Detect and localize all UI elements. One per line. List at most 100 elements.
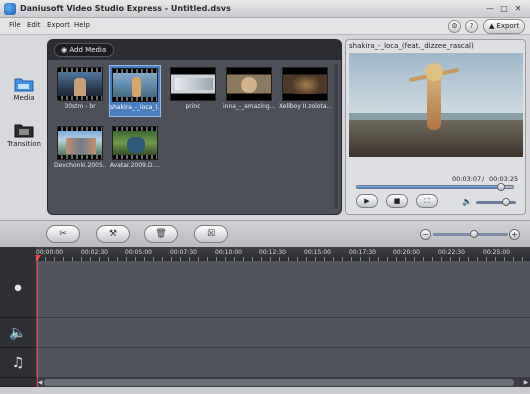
film-reel-icon: ◉ (61, 46, 68, 54)
scroll-corner (0, 378, 36, 387)
tick-label: 00:15:00 (304, 249, 331, 256)
sidebar-item-transition[interactable]: Transition (4, 122, 44, 148)
current-time: 00:03:07 (452, 175, 482, 183)
tick-label: 00:25:00 (483, 249, 510, 256)
menu-edit[interactable]: Edit (27, 21, 41, 29)
scroll-right-icon[interactable]: ▶ (522, 378, 530, 387)
close-button[interactable]: ✕ (512, 3, 524, 15)
delete-button[interactable]: 🗑 (144, 225, 178, 243)
play-icon: ▶ (364, 197, 370, 205)
film-strip (113, 97, 157, 101)
stop-button[interactable]: ■ (386, 194, 408, 208)
add-media-label: Add Media (69, 46, 107, 54)
film-strip (58, 127, 102, 131)
timeline-scrollbar[interactable]: ◀ ▶ (36, 378, 530, 387)
play-button[interactable]: ▶ (356, 194, 378, 208)
zoom-in-button[interactable]: + (509, 229, 520, 240)
tick-label: 00:12:30 (259, 249, 286, 256)
help-icon[interactable]: ? (465, 20, 478, 33)
video-track-header: ⚫ (0, 261, 36, 318)
volume-slider[interactable] (476, 198, 516, 206)
thumbnail-image (226, 67, 272, 101)
seek-progress (357, 186, 501, 188)
media-library: ◉ Add Media 30stm - br shakira_-_loca_(.… (47, 39, 342, 215)
menu-export[interactable]: Export (47, 21, 70, 29)
export-icon: ▲ (489, 22, 495, 30)
seek-handle[interactable] (496, 183, 505, 191)
time-separator: / (482, 175, 485, 183)
tick-label: 00:10:00 (215, 249, 242, 256)
sidebar-item-media[interactable]: Media (4, 76, 44, 102)
add-media-button[interactable]: ◉ Add Media (54, 43, 114, 57)
media-thumbnail[interactable]: Xellboy II zolota... (279, 67, 331, 110)
thumbnail-image (170, 67, 216, 101)
thumbnail-caption: 30stm - br (64, 103, 96, 110)
media-thumbnail[interactable]: inna_-_amazing... (223, 67, 275, 110)
preview-title: shakira_-_loca_(feat._dizzee_rascal) (349, 42, 474, 50)
zoom-slider[interactable] (433, 230, 508, 238)
tick-label: 00:07:30 (170, 249, 197, 256)
thumbnail-caption: shakira_-_loca_(... (110, 104, 160, 111)
film-strip (58, 155, 102, 159)
fullscreen-button[interactable]: ⛶ (416, 194, 438, 208)
detach-icon: ☒ (206, 229, 216, 239)
tick-label: 00:05:00 (125, 249, 152, 256)
media-scrollbar[interactable] (334, 64, 338, 209)
thumbnail-image (57, 126, 103, 160)
audio-track[interactable] (36, 318, 530, 348)
fullscreen-icon: ⛶ (424, 197, 430, 205)
menu-help[interactable]: Help (74, 21, 90, 29)
film-reel-icon: ⚫ (12, 281, 24, 297)
export-label: Export (496, 22, 520, 30)
volume-handle[interactable] (502, 198, 510, 206)
thumbnail-caption: inna_-_amazing... (223, 103, 275, 110)
stop-icon: ■ (393, 197, 401, 205)
film-strip (113, 69, 157, 73)
media-thumbnail-selected[interactable]: shakira_-_loca_(... (109, 65, 161, 117)
time-ruler[interactable]: 00:00:00 00:02:30 00:05:00 00:07:30 00:1… (36, 247, 530, 261)
media-thumbnail[interactable]: princ (167, 67, 219, 110)
volume-icon: 🔈 (462, 197, 472, 206)
music-track[interactable] (36, 348, 530, 378)
media-thumbnail[interactable]: 30stm - br (54, 67, 106, 110)
media-thumbnail[interactable]: Devchonki.2005.... (54, 126, 106, 169)
playhead[interactable] (35, 255, 41, 387)
scissors-icon: ✂ (59, 229, 67, 239)
preview-panel: shakira_-_loca_(feat._dizzee_rascal) 00:… (345, 39, 526, 215)
minimize-button[interactable]: — (484, 3, 496, 15)
detach-audio-button[interactable]: ☒ (194, 225, 228, 243)
thumbnail-caption: Xellboy II zolota... (279, 103, 331, 110)
thumbnail-caption: princ (185, 103, 201, 110)
media-toolbar: ◉ Add Media (48, 40, 341, 60)
total-time: 00:03:25 (489, 175, 519, 183)
menu-file[interactable]: File (9, 21, 21, 29)
ruler-corner (0, 247, 36, 261)
thumbnail-image (282, 67, 328, 101)
tick-label: 00:22:30 (438, 249, 465, 256)
tick-label: 00:02:30 (81, 249, 108, 256)
transition-icon (14, 124, 34, 138)
seek-bar[interactable] (356, 183, 514, 191)
export-button[interactable]: ▲ Export (483, 19, 525, 34)
music-note-icon: ♫ (11, 355, 25, 371)
zoom-out-button[interactable]: − (420, 229, 431, 240)
sidebar-item-label: Transition (7, 140, 41, 148)
app-logo-icon (4, 3, 16, 15)
media-thumbnail[interactable]: Avatar.2009.D.... (109, 126, 161, 169)
scrollbar-thumb[interactable] (44, 379, 514, 386)
timeline: 00:00:00 00:02:30 00:05:00 00:07:30 00:1… (0, 247, 530, 394)
video-track[interactable] (36, 261, 530, 318)
trash-icon: 🗑 (155, 229, 167, 239)
preview-video[interactable] (349, 53, 523, 157)
thumbnail-image (112, 68, 158, 102)
edit-button[interactable]: ⚒ (96, 225, 130, 243)
maximize-button[interactable]: □ (498, 3, 510, 15)
speaker-icon: 🔈 (9, 325, 27, 341)
register-icon[interactable]: ⚙ (448, 20, 461, 33)
zoom-handle[interactable] (470, 230, 479, 238)
tools-icon: ⚒ (108, 229, 118, 239)
film-strip (113, 155, 157, 159)
edit-toolbar: ✂ ⚒ 🗑 ☒ − + (0, 220, 530, 247)
thumbnail-image (112, 126, 158, 160)
split-button[interactable]: ✂ (46, 225, 80, 243)
